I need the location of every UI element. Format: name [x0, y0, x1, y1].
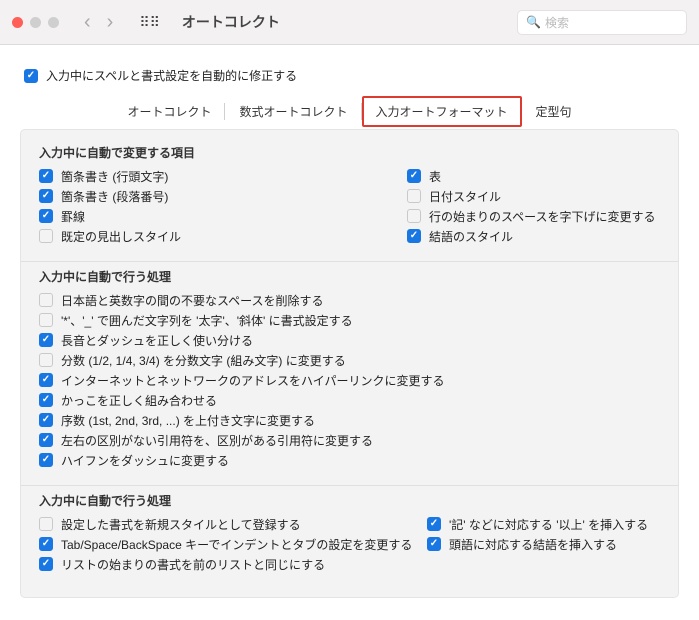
checkbox-bold-italic[interactable]: [39, 313, 53, 327]
checkbox-closing-style[interactable]: [407, 229, 421, 243]
master-checkbox-label: 入力中にスペルと書式設定を自動的に修正する: [46, 67, 297, 84]
checkbox-dash[interactable]: [39, 333, 53, 347]
checkbox-borders[interactable]: [39, 209, 53, 223]
checkbox-tables[interactable]: [407, 169, 421, 183]
label-heading-styles: 既定の見出しスタイル: [61, 229, 181, 245]
label-list-format: リストの始まりの書式を前のリストと同じにする: [61, 557, 325, 573]
checkbox-indent-spaces[interactable]: [407, 209, 421, 223]
label-define-styles: 設定した書式を新規スタイルとして登録する: [61, 517, 301, 533]
label-tables: 表: [429, 169, 441, 185]
tab-autotext[interactable]: 定型句: [522, 99, 586, 124]
label-fractions: 分数 (1/2, 1/4, 3/4) を分数文字 (組み文字) に変更する: [61, 353, 346, 369]
master-checkbox[interactable]: [24, 69, 38, 83]
checkbox-tab-indent[interactable]: [39, 537, 53, 551]
label-smart-quotes: 左右の区別がない引用符を、区別がある引用符に変更する: [61, 433, 373, 449]
label-numbering: 箇条書き (段落番号): [61, 189, 168, 205]
label-dash: 長音とダッシュを正しく使い分ける: [61, 333, 253, 349]
label-date-style: 日付スタイル: [429, 189, 501, 205]
checkbox-delete-spaces[interactable]: [39, 293, 53, 307]
search-input[interactable]: 🔍 検索: [517, 10, 687, 35]
window-controls: [12, 17, 72, 28]
label-insert-closing: 頭語に対応する結語を挿入する: [449, 537, 617, 553]
page-title: オートコレクト: [182, 12, 280, 32]
tab-autoformat-as-you-type[interactable]: 入力オートフォーマット: [362, 96, 522, 127]
section-title-apply: 入力中に自動で行う処理: [39, 268, 660, 285]
section-title-automatically: 入力中に自動で行う処理: [39, 492, 660, 509]
tab-math-autocorrect[interactable]: 数式オートコレクト: [225, 99, 361, 124]
checkbox-smart-quotes[interactable]: [39, 433, 53, 447]
close-icon[interactable]: [12, 17, 23, 28]
maximize-icon: [48, 17, 59, 28]
label-borders: 罫線: [61, 209, 85, 225]
checkbox-numbering[interactable]: [39, 189, 53, 203]
tab-bar: オートコレクト 数式オートコレクト 入力オートフォーマット 定型句: [20, 96, 679, 127]
checkbox-heading-styles[interactable]: [39, 229, 53, 243]
checkbox-bullets[interactable]: [39, 169, 53, 183]
checkbox-insert-ijo[interactable]: [427, 517, 441, 531]
settings-panel: 入力中に自動で変更する項目 箇条書き (行頭文字) 箇条書き (段落番号) 罫線…: [20, 129, 679, 598]
checkbox-fractions[interactable]: [39, 353, 53, 367]
label-brackets: かっこを正しく組み合わせる: [61, 393, 217, 409]
checkbox-date-style[interactable]: [407, 189, 421, 203]
label-ordinals: 序数 (1st, 2nd, 3rd, ...) を上付き文字に変更する: [61, 413, 315, 429]
section-title-replace: 入力中に自動で変更する項目: [39, 144, 660, 161]
tab-autocorrect[interactable]: オートコレクト: [113, 99, 225, 124]
label-closing-style: 結語のスタイル: [429, 229, 513, 245]
forward-button: ›: [103, 11, 118, 34]
search-icon: 🔍: [526, 15, 541, 29]
grid-icon[interactable]: ⠿⠿: [133, 14, 166, 31]
label-indent-spaces: 行の始まりのスペースを字下げに変更する: [429, 209, 656, 225]
back-button[interactable]: ‹: [80, 11, 95, 34]
checkbox-insert-closing[interactable]: [427, 537, 441, 551]
label-insert-ijo: '記' などに対応する '以上' を挿入する: [449, 517, 648, 533]
label-tab-indent: Tab/Space/BackSpace キーでインデントとタブの設定を変更する: [61, 537, 412, 553]
label-hyphen-dash: ハイフンをダッシュに変更する: [61, 453, 229, 469]
checkbox-brackets[interactable]: [39, 393, 53, 407]
checkbox-hyperlinks[interactable]: [39, 373, 53, 387]
checkbox-hyphen-dash[interactable]: [39, 453, 53, 467]
label-delete-spaces: 日本語と英数字の間の不要なスペースを削除する: [61, 293, 324, 309]
label-hyperlinks: インターネットとネットワークのアドレスをハイパーリンクに変更する: [61, 373, 445, 389]
minimize-icon: [30, 17, 41, 28]
label-bullets: 箇条書き (行頭文字): [61, 169, 168, 185]
titlebar: ‹ › ⠿⠿ オートコレクト 🔍 検索: [0, 0, 699, 45]
checkbox-define-styles[interactable]: [39, 517, 53, 531]
label-bold-italic: '*'、'_' で囲んだ文字列を '太字'、'斜体' に書式設定する: [61, 313, 353, 329]
checkbox-ordinals[interactable]: [39, 413, 53, 427]
checkbox-list-format[interactable]: [39, 557, 53, 571]
search-placeholder: 検索: [545, 14, 569, 31]
